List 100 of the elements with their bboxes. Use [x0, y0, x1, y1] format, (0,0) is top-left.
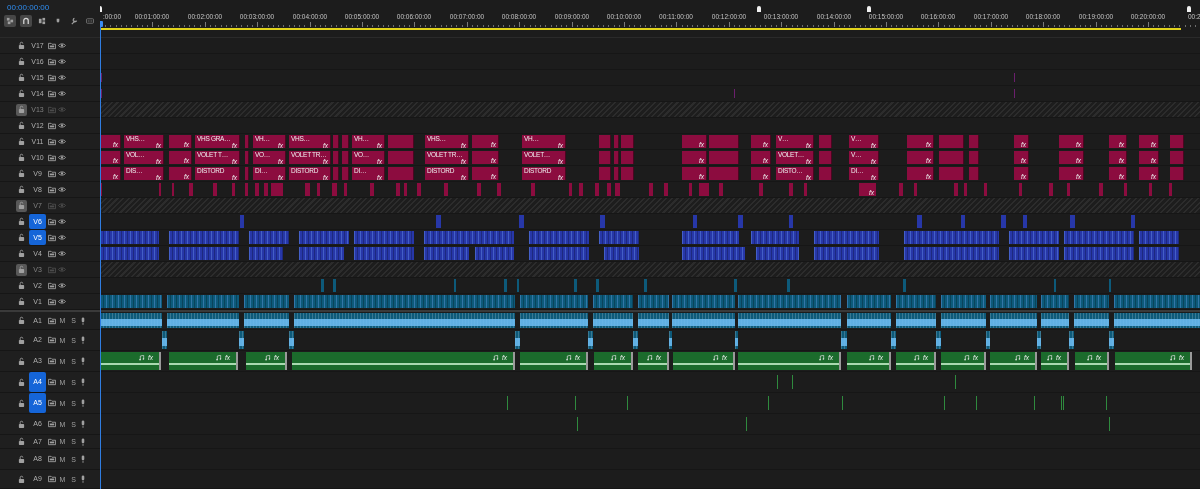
video-clip[interactable] [904, 247, 999, 260]
ruler-marker[interactable] [867, 6, 871, 12]
audio-clip[interactable] [738, 313, 841, 328]
video-clip[interactable] [1169, 183, 1172, 196]
video-clip[interactable] [1041, 295, 1069, 308]
video-clip[interactable] [531, 183, 535, 196]
video-clip[interactable] [1019, 183, 1022, 196]
lock-button[interactable] [16, 263, 27, 276]
video-clip[interactable] [903, 279, 906, 292]
video-clip[interactable] [899, 183, 903, 196]
snap-button[interactable] [20, 15, 32, 27]
audio-clip[interactable] [239, 331, 244, 349]
video-clip[interactable] [100, 295, 162, 308]
audio-clip[interactable] [936, 331, 941, 349]
video-clip[interactable] [444, 183, 448, 196]
video-clip[interactable] [1124, 183, 1127, 196]
ruler-marker[interactable] [757, 6, 761, 12]
video-clip[interactable] [249, 231, 289, 244]
video-clip[interactable] [917, 215, 922, 228]
lock-button[interactable] [16, 279, 27, 292]
video-clip[interactable] [804, 183, 807, 196]
lock-button[interactable] [16, 119, 27, 132]
lock-button[interactable] [16, 55, 27, 68]
video-clip[interactable] [614, 167, 619, 180]
video-clip[interactable] [904, 231, 999, 244]
video-clip[interactable] [709, 167, 739, 180]
audio-clip[interactable] [986, 331, 990, 349]
video-clip[interactable] [569, 183, 572, 196]
video-clip[interactable] [504, 279, 507, 292]
video-clip[interactable] [814, 231, 879, 244]
video-clip[interactable] [354, 247, 414, 260]
video-clip[interactable] [984, 183, 987, 196]
audio-clip[interactable] [593, 313, 633, 328]
video-clip[interactable] [759, 183, 763, 196]
lock-button[interactable] [16, 215, 27, 228]
video-clip[interactable] [599, 135, 611, 148]
video-clip[interactable] [819, 135, 832, 148]
video-clip[interactable] [693, 215, 697, 228]
lock-button[interactable] [16, 397, 27, 409]
video-clip[interactable] [244, 295, 289, 308]
video-clip[interactable] [941, 295, 986, 308]
video-clip[interactable] [756, 247, 799, 260]
video-clip[interactable] [738, 295, 841, 308]
video-clip[interactable] [672, 295, 735, 308]
video-clip[interactable] [1170, 151, 1184, 164]
linked-selection-button[interactable] [36, 15, 48, 27]
audio-clip[interactable] [289, 331, 294, 349]
video-clip[interactable] [317, 183, 320, 196]
lock-button[interactable] [16, 334, 27, 346]
video-clip[interactable] [621, 151, 634, 164]
video-clip[interactable] [1064, 247, 1134, 260]
video-clip[interactable] [333, 151, 339, 164]
video-clip[interactable] [1139, 231, 1179, 244]
video-clip[interactable] [638, 295, 669, 308]
video-clip[interactable] [1067, 183, 1070, 196]
video-clip[interactable] [644, 279, 647, 292]
lock-button[interactable] [16, 473, 27, 485]
lock-button[interactable] [16, 314, 27, 327]
audio-clip[interactable] [891, 331, 896, 349]
video-clip[interactable] [529, 247, 589, 260]
audio-clip[interactable] [896, 313, 936, 328]
audio-clip[interactable] [100, 313, 162, 328]
lock-button[interactable] [16, 453, 27, 465]
video-clip[interactable] [299, 231, 349, 244]
audio-clip[interactable] [841, 331, 847, 349]
video-clip[interactable] [1074, 295, 1109, 308]
video-clip[interactable] [169, 247, 239, 260]
audio-clip[interactable] [515, 331, 520, 349]
video-clip[interactable] [424, 247, 469, 260]
video-clip[interactable] [370, 183, 374, 196]
video-clip[interactable] [682, 231, 739, 244]
video-clip[interactable] [436, 215, 441, 228]
video-clip[interactable] [475, 247, 514, 260]
video-clip[interactable] [1149, 183, 1152, 196]
video-clip[interactable] [245, 167, 249, 180]
video-clip[interactable] [321, 279, 324, 292]
video-clip[interactable] [787, 279, 790, 292]
video-clip[interactable] [595, 183, 599, 196]
video-clip[interactable] [847, 295, 891, 308]
timecode[interactable]: 00:00:00:00 [0, 0, 50, 13]
video-clip[interactable] [477, 183, 481, 196]
video-clip[interactable] [600, 215, 605, 228]
video-clip[interactable] [189, 183, 193, 196]
lock-button[interactable] [16, 103, 27, 116]
video-clip[interactable] [497, 183, 501, 196]
video-clip[interactable] [615, 183, 620, 196]
video-clip[interactable] [245, 135, 249, 148]
audio-clip[interactable] [847, 313, 891, 328]
video-clip[interactable] [969, 135, 979, 148]
video-clip[interactable] [969, 167, 979, 180]
video-clip[interactable] [100, 231, 159, 244]
video-clip[interactable] [621, 135, 634, 148]
video-clip[interactable] [939, 135, 964, 148]
audio-clip[interactable] [1114, 313, 1200, 328]
video-clip[interactable] [388, 151, 414, 164]
audio-clip[interactable] [672, 313, 735, 328]
video-clip[interactable] [1009, 231, 1059, 244]
audio-clip[interactable] [669, 331, 672, 349]
video-clip[interactable] [1114, 295, 1200, 308]
lock-button[interactable] [16, 376, 27, 388]
